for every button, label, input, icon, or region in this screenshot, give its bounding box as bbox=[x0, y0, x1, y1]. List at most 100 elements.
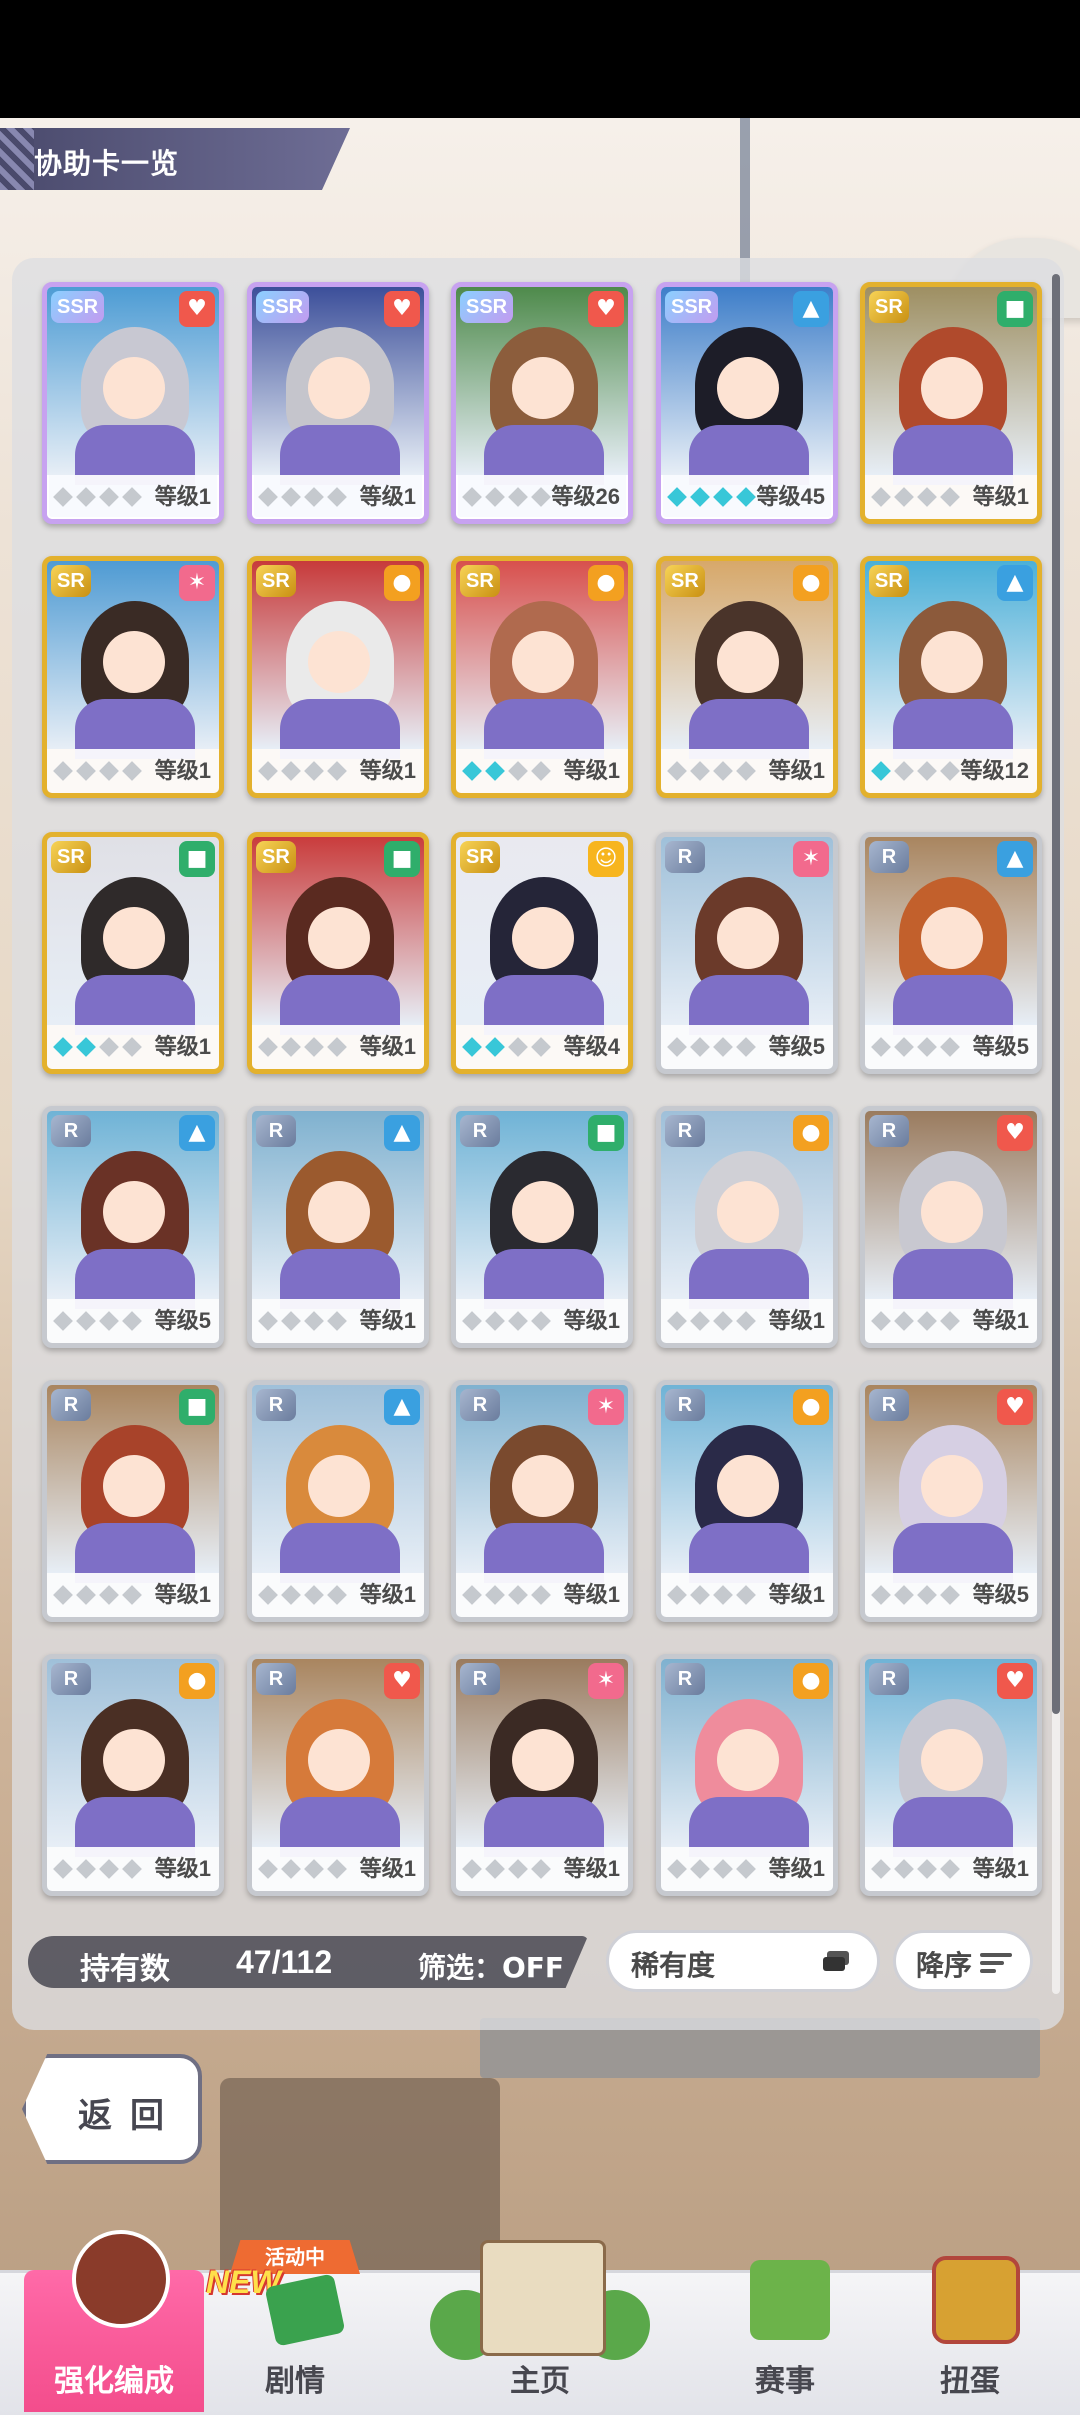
book-icon bbox=[264, 2273, 346, 2347]
limit-break-gems bbox=[667, 1037, 756, 1059]
support-card[interactable]: R ● 等级1 bbox=[656, 1654, 838, 1896]
support-card[interactable]: R ▲ 等级5 bbox=[42, 1106, 224, 1348]
gem-icon bbox=[76, 1859, 96, 1879]
card-level: 等级1 bbox=[768, 1308, 825, 1333]
gem-icon bbox=[894, 1037, 914, 1057]
scrollbar-thumb[interactable] bbox=[1052, 274, 1060, 1714]
limit-break-gems bbox=[53, 1859, 142, 1881]
back-button[interactable]: 返回 bbox=[22, 2054, 202, 2164]
support-card[interactable]: SSR ♥ 等级26 bbox=[451, 282, 633, 524]
support-card[interactable]: R ▲ 等级1 bbox=[247, 1380, 429, 1622]
nav-item-race[interactable]: 赛事 bbox=[700, 2260, 870, 2412]
card-level: 等级1 bbox=[154, 1582, 211, 1607]
gem-icon bbox=[917, 1585, 937, 1605]
support-card[interactable]: R ♥ 等级1 bbox=[247, 1654, 429, 1896]
support-card[interactable]: SR ■ 等级1 bbox=[247, 832, 429, 1074]
support-card[interactable]: SSR ♥ 等级1 bbox=[247, 282, 429, 524]
limit-break-gems bbox=[258, 1311, 347, 1333]
sort-by-button[interactable]: 稀有度 bbox=[606, 1930, 880, 1992]
support-card[interactable]: SR ● 等级1 bbox=[451, 556, 633, 798]
sort-order-button[interactable]: 降序 bbox=[893, 1930, 1033, 1992]
limit-break-gems bbox=[258, 1037, 347, 1059]
gem-icon bbox=[531, 487, 551, 507]
rarity-badge: SR bbox=[256, 565, 296, 597]
card-footer: 等级1 bbox=[47, 1573, 219, 1617]
gem-icon bbox=[736, 487, 756, 507]
gem-icon bbox=[940, 1859, 960, 1879]
card-footer: 等级1 bbox=[661, 749, 833, 793]
support-card[interactable]: SR ● 等级1 bbox=[656, 556, 838, 798]
gem-icon bbox=[667, 761, 687, 781]
gem-icon bbox=[667, 1859, 687, 1879]
rarity-badge: R bbox=[869, 1115, 909, 1147]
gem-icon bbox=[871, 487, 891, 507]
gem-icon bbox=[327, 1585, 347, 1605]
card-footer: 等级1 bbox=[47, 1025, 219, 1069]
support-card[interactable]: R ▲ 等级5 bbox=[860, 832, 1042, 1074]
gem-icon bbox=[462, 487, 482, 507]
support-card[interactable]: R ♥ 等级1 bbox=[860, 1106, 1042, 1348]
support-card[interactable]: R ● 等级1 bbox=[656, 1106, 838, 1348]
hat-icon: ■ bbox=[179, 1389, 215, 1425]
rarity-badge: R bbox=[51, 1115, 91, 1147]
support-card[interactable]: SR ■ 等级1 bbox=[42, 832, 224, 1074]
heart-icon: ♥ bbox=[384, 1663, 420, 1699]
support-card[interactable]: R ▲ 等级1 bbox=[247, 1106, 429, 1348]
support-card[interactable]: R ■ 等级1 bbox=[42, 1380, 224, 1622]
support-card[interactable]: SR ☺ 等级4 bbox=[451, 832, 633, 1074]
rarity-badge: SR bbox=[51, 565, 91, 597]
gem-icon bbox=[462, 761, 482, 781]
gem-icon bbox=[327, 1037, 347, 1057]
gem-icon bbox=[713, 761, 733, 781]
card-level: 等级1 bbox=[359, 758, 416, 783]
support-card[interactable]: SSR ▲ 等级45 bbox=[656, 282, 838, 524]
gem-icon bbox=[736, 1585, 756, 1605]
gem-icon bbox=[258, 1311, 278, 1331]
gem-icon bbox=[940, 1037, 960, 1057]
support-card[interactable]: SR ■ 等级1 bbox=[860, 282, 1042, 524]
heart-icon: ♥ bbox=[384, 291, 420, 327]
card-level: 等级1 bbox=[768, 1582, 825, 1607]
gem-icon bbox=[53, 1585, 73, 1605]
muscle-icon: ● bbox=[179, 1663, 215, 1699]
card-level: 等级1 bbox=[154, 1856, 211, 1881]
gem-icon bbox=[304, 1585, 324, 1605]
gem-icon bbox=[304, 1037, 324, 1057]
limit-break-gems bbox=[462, 1585, 551, 1607]
card-footer: 等级1 bbox=[252, 475, 424, 519]
gem-icon bbox=[122, 1859, 142, 1879]
gem-icon bbox=[508, 1311, 528, 1331]
muscle-icon: ● bbox=[793, 1389, 829, 1425]
limit-break-gems bbox=[871, 1585, 960, 1607]
nav-item-enhance[interactable]: 强化编成 bbox=[24, 2230, 204, 2412]
nav-item-gacha[interactable]: 扭蛋 bbox=[880, 2256, 1060, 2412]
support-card[interactable]: R ✶ 等级1 bbox=[451, 1654, 633, 1896]
nav-item-story[interactable]: 剧情 bbox=[210, 2270, 380, 2412]
gem-icon bbox=[99, 1859, 119, 1879]
gem-icon bbox=[917, 761, 937, 781]
support-card[interactable]: SSR ♥ 等级1 bbox=[42, 282, 224, 524]
gem-icon bbox=[281, 487, 301, 507]
card-level: 等级1 bbox=[563, 758, 620, 783]
support-card[interactable]: SR ● 等级1 bbox=[247, 556, 429, 798]
limit-break-gems bbox=[462, 1311, 551, 1333]
nav-item-home[interactable]: 主页 bbox=[390, 2240, 690, 2412]
support-card[interactable]: R ● 等级1 bbox=[42, 1654, 224, 1896]
gem-icon bbox=[485, 1037, 505, 1057]
gem-icon bbox=[736, 1311, 756, 1331]
gem-icon bbox=[99, 761, 119, 781]
support-card[interactable]: R ✶ 等级5 bbox=[656, 832, 838, 1074]
support-card[interactable]: R ♥ 等级1 bbox=[860, 1654, 1042, 1896]
support-card[interactable]: R ■ 等级1 bbox=[451, 1106, 633, 1348]
muscle-icon: ● bbox=[793, 1115, 829, 1151]
support-card[interactable]: SR ▲ 等级12 bbox=[860, 556, 1042, 798]
school-icon bbox=[480, 2240, 606, 2356]
support-card[interactable]: R ♥ 等级5 bbox=[860, 1380, 1042, 1622]
support-card[interactable]: R ✶ 等级1 bbox=[451, 1380, 633, 1622]
filter-button[interactable]: 筛选：OFF bbox=[418, 1946, 564, 1986]
gem-icon bbox=[462, 1311, 482, 1331]
card-footer: 等级1 bbox=[252, 749, 424, 793]
support-card[interactable]: SR ✶ 等级1 bbox=[42, 556, 224, 798]
support-card[interactable]: R ● 等级1 bbox=[656, 1380, 838, 1622]
rarity-badge: R bbox=[460, 1663, 500, 1695]
